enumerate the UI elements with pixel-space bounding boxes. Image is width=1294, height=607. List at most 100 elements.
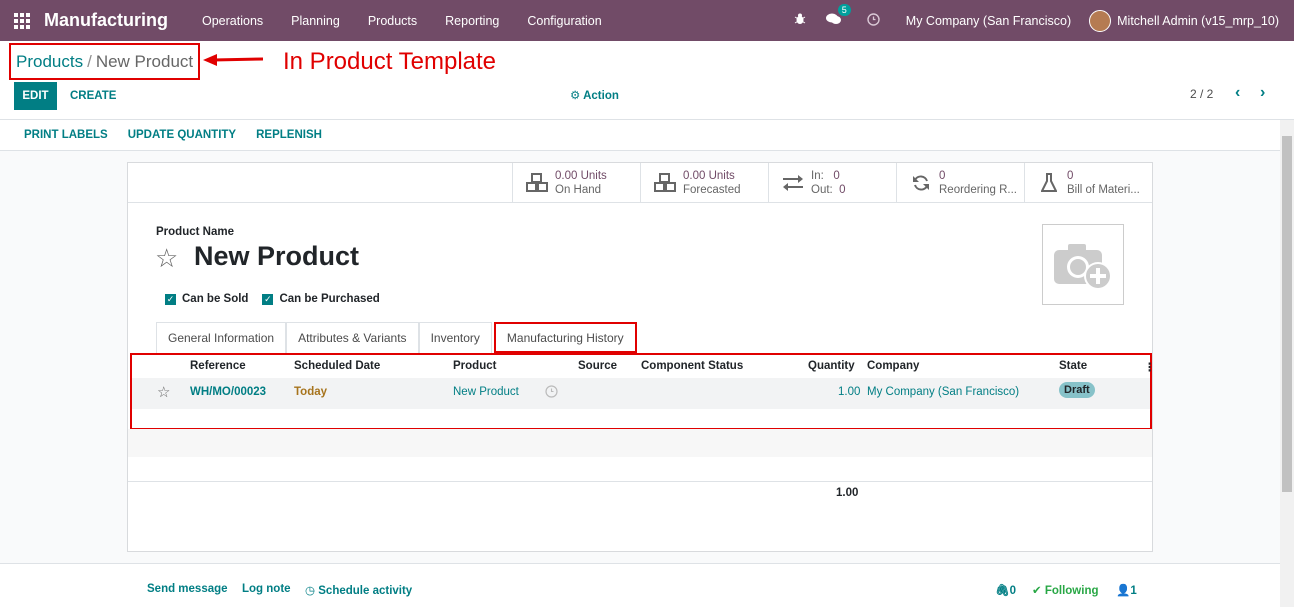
forecasted-smart-button[interactable]: 0.00 Units Forecasted [640, 163, 768, 203]
chat-count-badge: 5 [837, 4, 851, 16]
pager-previous-icon[interactable]: ‹ [1235, 84, 1240, 102]
user-menu[interactable]: Mitchell Admin (v15_mrp_10) [1117, 14, 1279, 28]
tab-inventory[interactable]: Inventory [418, 322, 492, 353]
top-navbar: Manufacturing Operations Planning Produc… [0, 0, 1294, 41]
row-product[interactable]: New Product [453, 386, 519, 398]
optional-columns-icon[interactable]: ⋮ [1144, 360, 1156, 374]
schedule-activity-button[interactable]: ◷ Schedule activity [305, 583, 412, 597]
product-image-upload[interactable] [1042, 224, 1124, 305]
log-note-button[interactable]: Log note [242, 583, 291, 595]
pager-value[interactable]: 2 / 2 [1190, 87, 1213, 101]
annotation-arrow-icon [203, 54, 264, 66]
col-product[interactable]: Product [453, 360, 496, 372]
row-reference[interactable]: WH/MO/00023 [190, 386, 266, 398]
empty-row-stripe [128, 429, 1152, 457]
chatter-topbar: Send message Log note ◷ Schedule activit… [0, 563, 1280, 607]
chat-icon[interactable]: 5 [825, 4, 851, 28]
form-sheet: 0.00 Units On Hand 0.00 Units Forecasted I… [127, 162, 1156, 552]
check-icon: ✔ [1032, 585, 1042, 597]
out-label: Out: [811, 184, 833, 196]
product-name-field[interactable]: New Product [194, 241, 359, 272]
cubes-icon [653, 172, 677, 194]
control-panel: Products / New Product In Product Templa… [0, 41, 1294, 120]
avatar[interactable] [1089, 9, 1112, 32]
exchange-arrows-icon [781, 172, 805, 194]
flask-icon [1037, 172, 1061, 194]
total-divider [128, 481, 1152, 482]
action-menu[interactable]: ⚙ Action [570, 88, 619, 102]
replenish-button[interactable]: REPLENISH [246, 129, 332, 141]
print-labels-button[interactable]: PRINT LABELS [14, 129, 118, 141]
col-component-status[interactable]: Component Status [641, 360, 743, 372]
col-state[interactable]: State [1059, 360, 1087, 372]
main-menu: Operations Planning Products Reporting C… [188, 14, 616, 28]
pager-next-icon[interactable]: › [1260, 84, 1265, 102]
scrollbar-thumb[interactable] [1282, 136, 1292, 492]
bom-value: 0 [1067, 170, 1074, 182]
col-scheduled-date[interactable]: Scheduled Date [294, 360, 380, 372]
followers-count: 1 [1130, 585, 1137, 597]
attachments-button[interactable]: 🖇0 [995, 583, 1016, 597]
row-company[interactable]: My Company (San Francisco) [867, 386, 1019, 398]
tab-manufacturing-history[interactable]: Manufacturing History [493, 322, 637, 353]
menu-planning[interactable]: Planning [277, 14, 354, 28]
breadcrumb-current: New Product [95, 51, 194, 71]
favorite-star-icon[interactable]: ☆ [155, 243, 178, 274]
company-switcher[interactable]: My Company (San Francisco) [906, 14, 1071, 28]
product-name-label: Product Name [156, 226, 234, 238]
can-be-purchased-checkbox[interactable]: ✓ [262, 293, 274, 305]
can-be-sold-checkbox[interactable]: ✓ [165, 293, 176, 305]
col-source[interactable]: Source [578, 360, 617, 372]
row-activity-clock-icon[interactable] [545, 385, 558, 401]
paperclip-icon: 🖇 [995, 585, 1010, 597]
can-be-purchased-label: Can be Purchased [279, 293, 380, 305]
breadcrumb: Products / New Product [9, 43, 200, 80]
reordering-rules-smart-button[interactable]: 0 Reordering R... [896, 163, 1024, 203]
app-title[interactable]: Manufacturing [44, 10, 168, 31]
in-value: 0 [833, 170, 840, 182]
forecasted-value: 0.00 Units [683, 170, 735, 182]
forecasted-label: Forecasted [683, 184, 741, 196]
attachments-count: 0 [1009, 585, 1017, 597]
table-header: Reference Scheduled Date Product Source … [132, 355, 1156, 378]
col-quantity[interactable]: Quantity [808, 360, 855, 372]
bom-label: Bill of Materi... [1067, 184, 1140, 196]
row-star-icon[interactable]: ☆ [157, 383, 170, 401]
smart-buttons-row: 0.00 Units On Hand 0.00 Units Forecasted I… [128, 163, 1152, 203]
reordering-value: 0 [939, 170, 946, 182]
menu-reporting[interactable]: Reporting [431, 14, 513, 28]
in-label: In: [811, 170, 824, 182]
action-label: Action [583, 90, 619, 102]
activity-clock-icon[interactable] [867, 12, 880, 29]
form-tabs: General Information Attributes & Variant… [156, 322, 637, 353]
row-scheduled-date: Today [294, 386, 328, 398]
cubes-icon [525, 172, 549, 194]
manufacturing-history-table: Reference Scheduled Date Product Source … [130, 353, 1156, 430]
menu-products[interactable]: Products [354, 14, 431, 28]
edit-button[interactable]: EDIT [14, 82, 57, 110]
col-reference[interactable]: Reference [190, 360, 246, 372]
col-company[interactable]: Company [867, 360, 919, 372]
following-button[interactable]: ✔ Following [1032, 583, 1099, 597]
on-hand-smart-button[interactable]: 0.00 Units On Hand [512, 163, 640, 203]
header-buttons-bar: PRINT LABELS UPDATE QUANTITY REPLENISH [0, 120, 1294, 151]
in-out-smart-button[interactable]: In: 0 Out: 0 [768, 163, 896, 203]
create-button[interactable]: CREATE [70, 82, 116, 110]
debug-bug-icon[interactable] [794, 13, 806, 28]
tab-general-information[interactable]: General Information [156, 322, 287, 353]
apps-menu-icon[interactable] [0, 0, 44, 41]
reordering-label: Reordering R... [939, 184, 1017, 196]
breadcrumb-products-link[interactable]: Products [16, 52, 83, 72]
menu-configuration[interactable]: Configuration [513, 14, 615, 28]
update-quantity-button[interactable]: UPDATE QUANTITY [118, 129, 246, 141]
row-state-badge: Draft [1059, 382, 1095, 398]
followers-button[interactable]: 👤1 [1116, 583, 1137, 597]
send-message-button[interactable]: Send message [147, 583, 228, 595]
scrollbar[interactable] [1280, 120, 1294, 607]
menu-operations[interactable]: Operations [188, 14, 277, 28]
on-hand-value: 0.00 Units [555, 170, 607, 182]
tab-attributes-variants[interactable]: Attributes & Variants [286, 322, 419, 353]
table-row[interactable]: ☆ WH/MO/00023 Today New Product 1.00 My … [132, 378, 1150, 409]
bill-of-materials-smart-button[interactable]: 0 Bill of Materi... [1024, 163, 1152, 203]
following-label: Following [1044, 585, 1099, 597]
